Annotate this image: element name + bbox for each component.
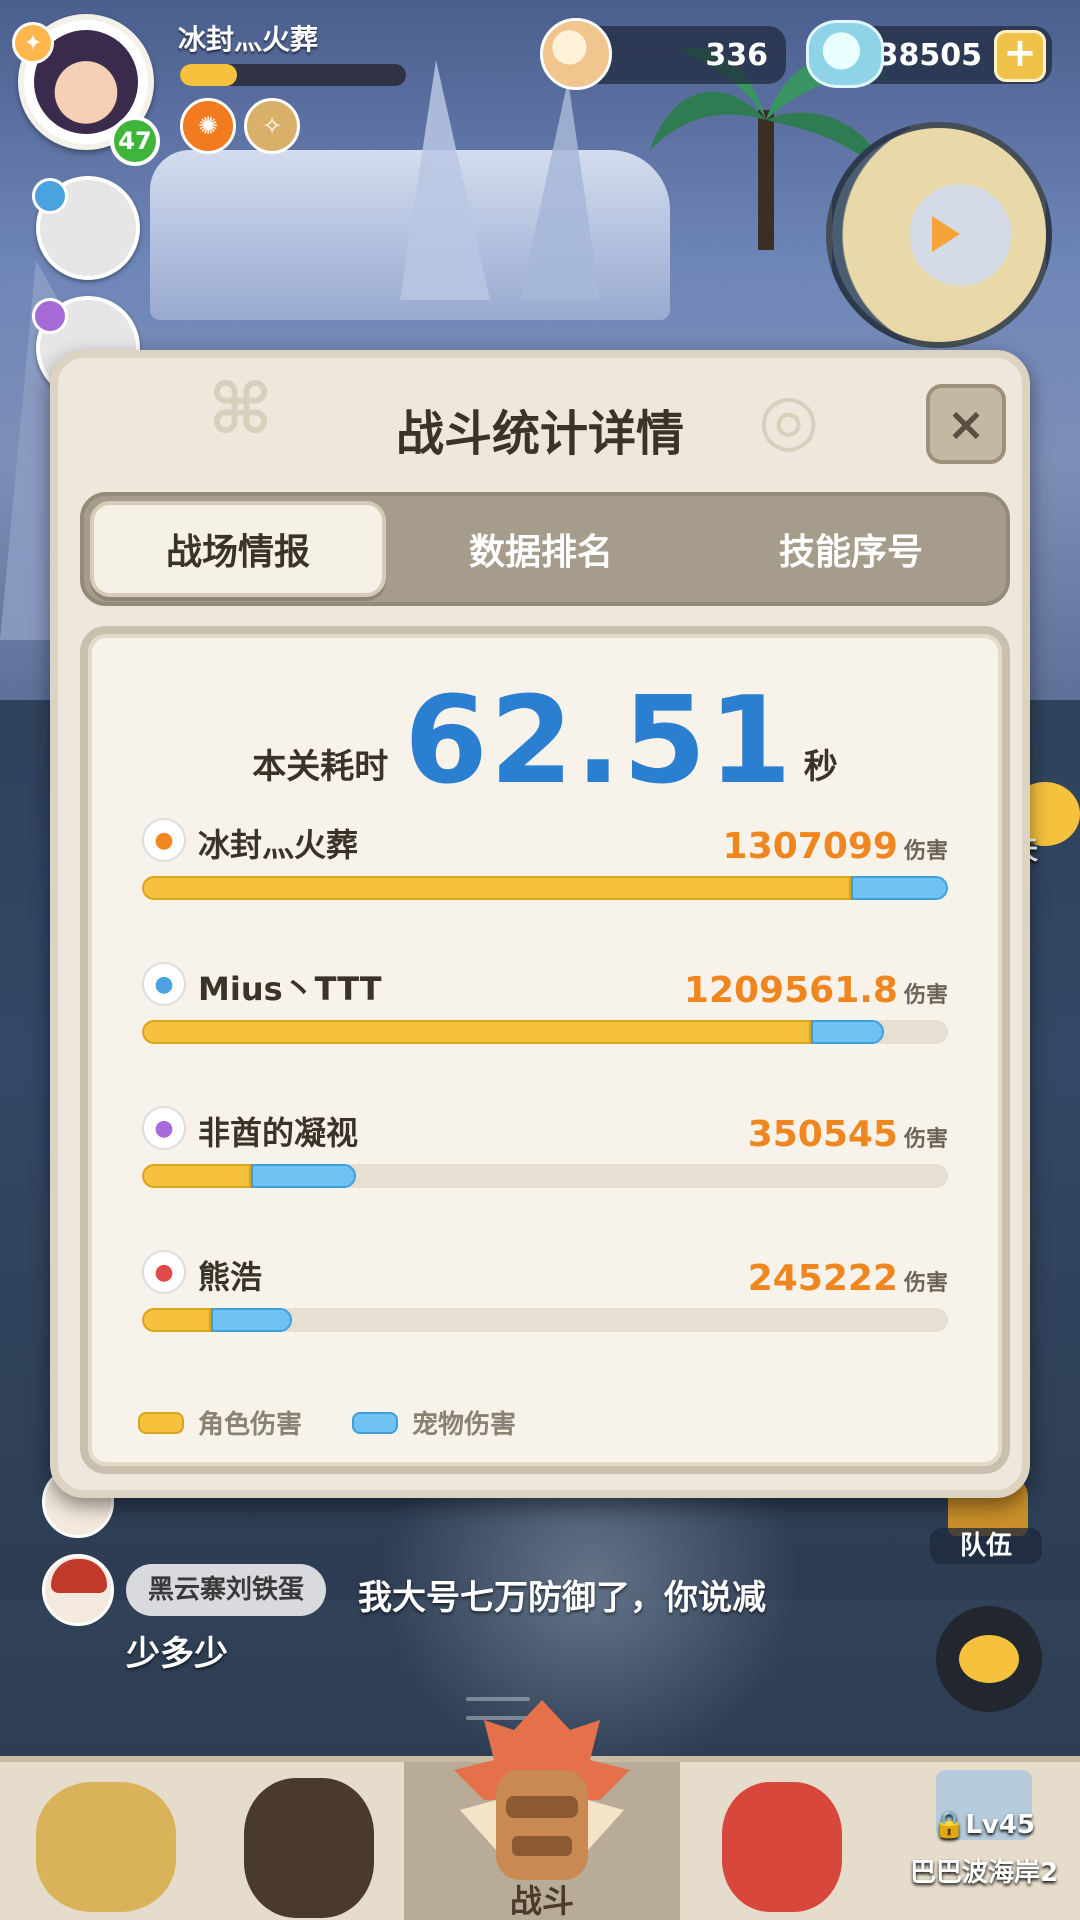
pet-damage-swatch: [352, 1411, 399, 1434]
chat-input-button[interactable]: [936, 1606, 1042, 1712]
blue-class-icon: [32, 178, 68, 214]
purple-class-icon: [32, 298, 68, 334]
damage-value: 350545 伤害: [748, 1114, 948, 1155]
pearl-count: 38505: [877, 37, 982, 73]
page-indicator: [466, 1686, 610, 1720]
player-damage-row: ● 冰封灬火葬 1307099 伤害: [142, 818, 948, 918]
damage-value: 1307099 伤害: [723, 826, 948, 867]
time-value: 62.51: [404, 672, 794, 811]
damage-bar: [142, 1308, 948, 1332]
damage-number: 1307099: [722, 826, 898, 867]
player-damage-row: ● Mius丶TTT 1209561.8 伤害: [142, 962, 948, 1062]
level-badge: 47: [110, 116, 160, 166]
pet-damage-legend: 宠物伤害: [412, 1410, 517, 1440]
nav-character-icon[interactable]: [36, 1782, 176, 1912]
battle-label: 战斗: [509, 1882, 574, 1920]
pearl-icon: [806, 20, 884, 88]
class-icon: ✦: [12, 22, 54, 64]
player-damage-row: ● 非酋的凝视 350545 伤害: [142, 1106, 948, 1206]
purple-class-icon: ●: [142, 1106, 186, 1150]
player-name: 非酋的凝视: [198, 1114, 359, 1152]
damage-bar: [142, 876, 948, 900]
player-position-arrow-icon: [932, 216, 960, 252]
time-label: 本关耗时: [252, 747, 389, 787]
damage-value: 1209561.8 伤害: [684, 970, 948, 1011]
nav-pet-icon[interactable]: [722, 1782, 842, 1912]
player-name: 冰封灬火葬: [198, 826, 359, 864]
pet-damage-bar: [851, 876, 948, 900]
damage-number: 350545: [747, 1114, 898, 1155]
tab-data-ranking[interactable]: 数据排名: [386, 496, 696, 602]
damage-unit: 伤害: [903, 839, 948, 864]
shell-count: 336: [705, 37, 768, 73]
orange-class-icon: ●: [142, 818, 186, 862]
team-label: 队伍: [930, 1528, 1042, 1564]
chat-bubble-icon: [959, 1635, 1019, 1683]
nav-character-icon[interactable]: [244, 1778, 374, 1918]
chat-message-line: 少多少: [126, 1634, 228, 1674]
stats-panel: 本关耗时 62.51 秒 ● 冰封灬火葬 1307099 伤害 ● Mius丶TTT 120…: [80, 626, 1010, 1474]
player-name: 冰封灬火葬: [178, 23, 319, 56]
chat-message-line: 我大号七万防御了，你说减: [358, 1578, 766, 1618]
locked-map-item[interactable]: 🔒Lv45 巴巴波海岸2: [896, 1770, 1072, 1910]
add-currency-button[interactable]: +: [994, 30, 1046, 82]
xp-fill: [180, 64, 237, 86]
role-damage-bar: [142, 1308, 211, 1332]
chat-sender-name[interactable]: 黑云寨刘铁蛋: [126, 1564, 327, 1616]
damage-number: 245222: [747, 1258, 898, 1299]
role-damage-swatch: [138, 1411, 184, 1434]
lock-map-name: 巴巴波海岸2: [909, 1858, 1059, 1888]
shell-icon: [540, 18, 612, 90]
damage-unit: 伤害: [903, 1271, 948, 1296]
player-name: Mius丶TTT: [198, 970, 382, 1008]
lock-level-text: Lv45: [965, 1810, 1036, 1840]
tab-skill-order[interactable]: 技能序号: [696, 496, 1006, 602]
chat-avatar[interactable]: [42, 1554, 114, 1626]
damage-number: 1209561.8: [683, 970, 898, 1011]
avatar-hair: [51, 1559, 107, 1593]
battle-stats-modal: ⌘ ◎ 战斗统计详情 × 战场情报 数据排名 技能序号 本关耗时 62.51 秒…: [50, 350, 1030, 1498]
role-damage-legend: 角色伤害: [198, 1410, 303, 1440]
role-damage-bar: [142, 1020, 811, 1044]
damage-bar: [142, 1164, 948, 1188]
buff-icon[interactable]: ✧: [244, 98, 300, 154]
pet-damage-bar: [251, 1164, 356, 1188]
xp-bar: [180, 64, 406, 86]
close-button[interactable]: ×: [926, 384, 1006, 464]
battle-totem-icon[interactable]: [450, 1700, 634, 1896]
tab-battle-info[interactable]: 战场情报: [90, 501, 386, 597]
role-damage-bar: [142, 876, 851, 900]
player-name: 熊浩: [198, 1258, 263, 1296]
legend: 角色伤害 宠物伤害: [138, 1404, 516, 1441]
stage-time: 本关耗时 62.51 秒: [88, 682, 1002, 802]
player-damage-row: ● 熊浩 245222 伤害: [142, 1250, 948, 1350]
damage-value: 245222 伤害: [748, 1258, 948, 1299]
time-unit: 秒: [803, 747, 838, 787]
minimap[interactable]: [826, 122, 1052, 348]
damage-unit: 伤害: [903, 983, 948, 1008]
role-damage-bar: [142, 1164, 251, 1188]
red-class-icon: ●: [142, 1250, 186, 1294]
damage-unit: 伤害: [903, 1127, 948, 1152]
tab-bar: 战场情报 数据排名 技能序号: [80, 492, 1010, 606]
lock-level: 🔒Lv45: [932, 1810, 1036, 1840]
modal-title: 战斗统计详情: [395, 406, 684, 462]
buff-icon[interactable]: ✺: [180, 98, 236, 154]
damage-bar: [142, 1020, 948, 1044]
blue-class-icon: ●: [142, 962, 186, 1006]
pet-damage-bar: [211, 1308, 292, 1332]
pet-damage-bar: [811, 1020, 884, 1044]
